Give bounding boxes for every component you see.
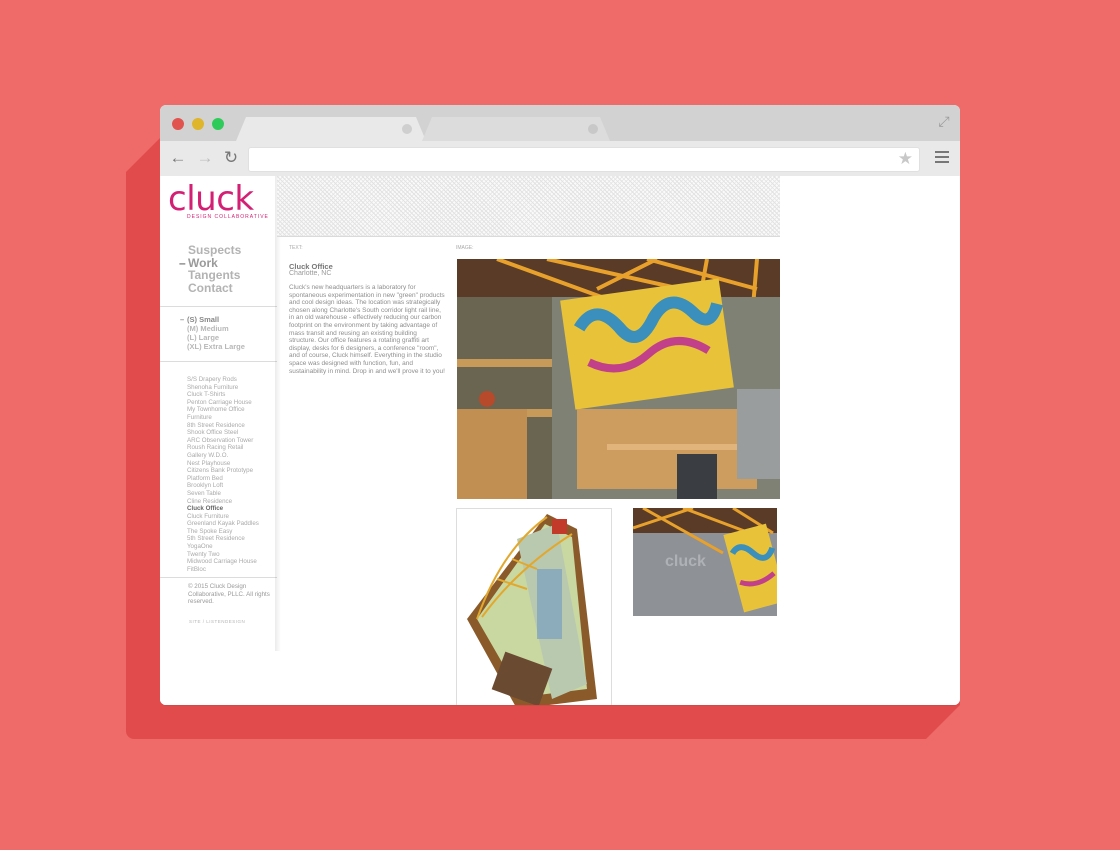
project-list-item[interactable]: Platform Bed bbox=[187, 475, 259, 483]
size-filter-extra-large[interactable]: (XL) Extra Large bbox=[187, 342, 245, 351]
project-list-item[interactable]: My Townhome Office bbox=[187, 406, 259, 414]
address-bar[interactable]: ★ bbox=[248, 147, 920, 172]
sidebar: cluck DESIGN COLLABORATIVE Suspects Work… bbox=[160, 176, 277, 705]
size-filter-small[interactable]: (S) Small bbox=[180, 315, 245, 324]
project-list-item[interactable]: Penton Carriage House bbox=[187, 399, 259, 407]
header-pattern-banner bbox=[277, 176, 780, 237]
image-column-label: IMAGE: bbox=[456, 245, 474, 251]
web-page: cluck DESIGN COLLABORATIVE Suspects Work… bbox=[160, 176, 960, 705]
project-list-item[interactable]: Cline Residence bbox=[187, 498, 259, 506]
browser-window: ⤢ ← → ↻ ★ cluck DESIGN COLLABORATIVE Sus… bbox=[160, 105, 960, 705]
project-list-item[interactable]: Roush Racing Retail bbox=[187, 444, 259, 452]
project-list-item[interactable]: Gallery W.D.O. bbox=[187, 452, 259, 460]
project-list-item[interactable]: Brooklyn Loft bbox=[187, 482, 259, 490]
office-interior-illustration bbox=[457, 259, 780, 499]
project-list-item[interactable]: Citizens Bank Prototype bbox=[187, 467, 259, 475]
project-list-item[interactable]: FitBloc bbox=[187, 566, 259, 574]
project-list-item[interactable]: Seven Table bbox=[187, 490, 259, 498]
browser-tab-active[interactable] bbox=[236, 117, 426, 141]
project-description: Cluck's new headquarters is a laboratory… bbox=[289, 284, 445, 375]
main-nav: Suspects Work Tangents Contact bbox=[179, 244, 241, 295]
divider bbox=[160, 577, 277, 578]
tab-close-icon[interactable] bbox=[588, 124, 598, 134]
project-photo-3d-plan[interactable] bbox=[456, 508, 612, 705]
tab-close-icon[interactable] bbox=[402, 124, 412, 134]
nav-item-suspects[interactable]: Suspects bbox=[188, 244, 241, 257]
project-list-item[interactable]: Cluck Office bbox=[187, 505, 259, 513]
minimize-window-button[interactable] bbox=[192, 118, 204, 130]
3d-plan-illustration bbox=[457, 509, 611, 705]
project-location: Charlotte, NC bbox=[289, 270, 332, 277]
sidebar-shadow bbox=[275, 176, 281, 651]
project-list-item[interactable]: The Spoke Easy bbox=[187, 528, 259, 536]
divider bbox=[160, 361, 277, 362]
project-list-item[interactable]: Cluck T-Shirts bbox=[187, 391, 259, 399]
browser-tab-inactive[interactable] bbox=[422, 117, 610, 141]
project-photo-office-sign[interactable]: cluck bbox=[633, 508, 777, 616]
project-list-item[interactable]: Twenty Two bbox=[187, 551, 259, 559]
nav-item-contact[interactable]: Contact bbox=[188, 281, 241, 295]
close-window-button[interactable] bbox=[172, 118, 184, 130]
project-list-item[interactable]: Nest Playhouse bbox=[187, 460, 259, 468]
reload-icon[interactable]: ↻ bbox=[222, 149, 240, 167]
divider bbox=[160, 306, 277, 307]
project-list-item[interactable]: Cluck Furniture bbox=[187, 513, 259, 521]
project-list-item[interactable]: 8th Street Residence bbox=[187, 422, 259, 430]
project-list-item[interactable]: Furniture bbox=[187, 414, 259, 422]
size-filter-nav: (S) Small (M) Medium (L) Large (XL) Extr… bbox=[180, 315, 245, 351]
site-logo-subtitle: DESIGN COLLABORATIVE bbox=[187, 214, 269, 220]
copyright-text: © 2015 Cluck Design Collaborative, PLLC.… bbox=[188, 583, 270, 606]
project-list-item[interactable]: ARC Observation Tower bbox=[187, 437, 259, 445]
project-list-item[interactable]: 5th Street Residence bbox=[187, 535, 259, 543]
menu-icon[interactable] bbox=[935, 151, 949, 165]
expand-icon[interactable]: ⤢ bbox=[936, 113, 952, 129]
project-list-item[interactable]: S/S Drapery Rods bbox=[187, 376, 259, 384]
forward-arrow-icon[interactable]: → bbox=[196, 149, 214, 167]
project-list: S/S Drapery Rods Shenoha Furniture Cluck T… bbox=[187, 376, 259, 573]
size-filter-medium[interactable]: (M) Medium bbox=[187, 324, 245, 333]
text-column-label: TEXT: bbox=[289, 245, 303, 251]
project-list-item[interactable]: Greenland Kayak Paddles bbox=[187, 520, 259, 528]
project-list-item[interactable]: YogaOne bbox=[187, 543, 259, 551]
site-credit[interactable]: SITE / LISTENDESIGN bbox=[189, 619, 245, 624]
svg-text:cluck: cluck bbox=[665, 553, 706, 570]
site-logo[interactable]: cluck bbox=[168, 182, 254, 216]
project-list-item[interactable]: Shook Office Steel bbox=[187, 429, 259, 437]
nav-item-tangents[interactable]: Tangents bbox=[188, 269, 241, 282]
maximize-window-button[interactable] bbox=[212, 118, 224, 130]
star-icon[interactable]: ★ bbox=[898, 150, 913, 168]
browser-toolbar: ← → ↻ ★ bbox=[160, 141, 960, 177]
size-filter-large[interactable]: (L) Large bbox=[187, 333, 245, 342]
project-photo-office-interior[interactable] bbox=[457, 259, 780, 499]
project-list-item[interactable]: Midwood Carriage House bbox=[187, 558, 259, 566]
office-sign-illustration: cluck bbox=[633, 508, 777, 616]
project-list-item[interactable]: Shenoha Furniture bbox=[187, 384, 259, 392]
browser-titlebar: ⤢ bbox=[160, 105, 960, 141]
back-arrow-icon[interactable]: ← bbox=[169, 149, 187, 167]
